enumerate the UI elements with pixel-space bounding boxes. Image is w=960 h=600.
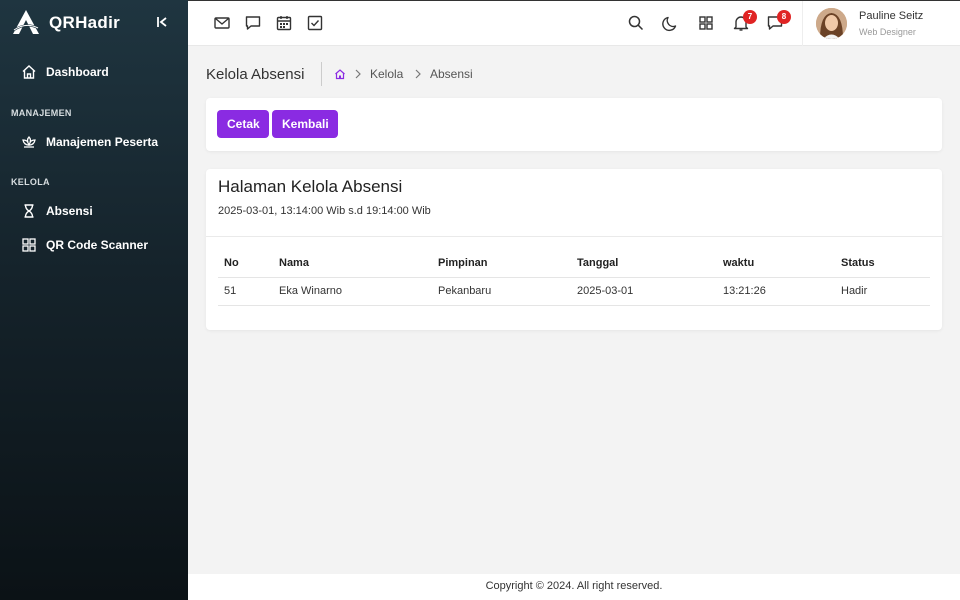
attendance-table: No Nama Pimpinan Tanggal waktu Status 51… [218,249,930,306]
sidebar-item-qr-scanner[interactable]: QR Code Scanner [0,230,188,260]
user-role: Web Designer [859,27,916,37]
table-header-row: No Nama Pimpinan Tanggal waktu Status [218,249,930,278]
chat-icon [245,16,261,30]
cell-nama: Eka Winarno [273,277,432,306]
breadcrumb-absensi: Absensi [430,67,473,81]
breadcrumb-kelola[interactable]: Kelola [370,67,403,81]
topbar: 7 8 Pauline Seitz Web Designer [188,0,960,46]
column-header-status[interactable]: Status [835,249,930,278]
sidebar-item-label: Absensi [46,204,93,218]
messages-badge: 8 [777,10,791,24]
tasks-button[interactable] [306,14,324,32]
table-row: 51 Eka Winarno Pekanbaru 2025-03-01 13:2… [218,277,930,306]
sidebar-collapse-icon[interactable] [154,14,170,30]
mail-icon [214,17,230,29]
breadcrumb-home-icon[interactable] [334,68,346,80]
actions-card: Cetak Kembali [206,98,942,151]
brand-name: QRHadir [49,13,121,32]
avatar-image-icon [816,8,847,39]
column-header-pimpinan[interactable]: Pimpinan [432,249,571,278]
calendar-button[interactable] [275,14,293,32]
cell-waktu: 13:21:26 [717,277,835,306]
page-title: Kelola Absensi [206,66,305,83]
print-button[interactable]: Cetak [217,110,269,138]
search-icon [628,15,644,31]
chat-button[interactable] [244,14,262,32]
avatar [816,8,847,39]
chevron-right-icon [355,69,361,79]
search-button[interactable] [627,14,645,32]
sidebar-section-manajemen: MANAJEMEN [11,108,72,118]
moon-icon [662,16,677,32]
cell-status: Hadir [835,277,930,306]
sidebar-item-manajemen-peserta[interactable]: Manajemen Peserta [0,127,188,157]
content-title: Halaman Kelola Absensi [218,177,403,196]
divider [206,236,942,237]
qr-grid-icon [22,238,36,252]
sidebar-item-label: QR Code Scanner [46,238,149,252]
sidebar-section-kelola: KELOLA [11,177,50,187]
notifications-badge: 7 [743,10,757,24]
sidebar-item-label: Dashboard [46,65,109,79]
brand-logo-icon [13,10,39,34]
user-profile[interactable]: Pauline Seitz Web Designer [802,1,960,46]
footer: Copyright © 2024. All right reserved. [188,574,960,600]
chevron-right-icon [415,69,421,79]
messages-button[interactable]: 8 [766,10,791,32]
lotus-icon [22,136,36,148]
sidebar-item-label: Manajemen Peserta [46,135,159,149]
column-header-waktu[interactable]: waktu [717,249,835,278]
column-header-tanggal[interactable]: Tanggal [571,249,717,278]
checkbox-icon [307,15,323,31]
notifications-button[interactable]: 7 [732,10,757,32]
sidebar-item-absensi[interactable]: Absensi [0,196,188,226]
dark-mode-toggle[interactable] [662,14,680,32]
hourglass-icon [24,204,34,218]
attendance-card: Halaman Kelola Absensi 2025-03-01, 13:14… [206,169,942,330]
session-time-range: 2025-03-01, 13:14:00 Wib s.d 19:14:00 Wi… [218,205,431,217]
cell-tanggal: 2025-03-01 [571,277,717,306]
mail-button[interactable] [213,14,231,32]
column-header-no[interactable]: No [218,249,273,278]
home-icon [22,65,36,79]
back-button[interactable]: Kembali [272,110,338,138]
breadcrumb-divider [321,62,322,86]
apps-button[interactable] [697,14,715,32]
cell-pimpinan: Pekanbaru [432,277,571,306]
column-header-nama[interactable]: Nama [273,249,432,278]
user-name: Pauline Seitz [859,10,924,22]
cell-no: 51 [218,277,273,306]
sidebar: QRHadir Dashboard MANAJEMEN Manajemen Pe… [0,0,188,600]
apps-grid-icon [699,16,713,30]
calendar-icon [276,16,292,31]
sidebar-item-dashboard[interactable]: Dashboard [0,57,188,87]
